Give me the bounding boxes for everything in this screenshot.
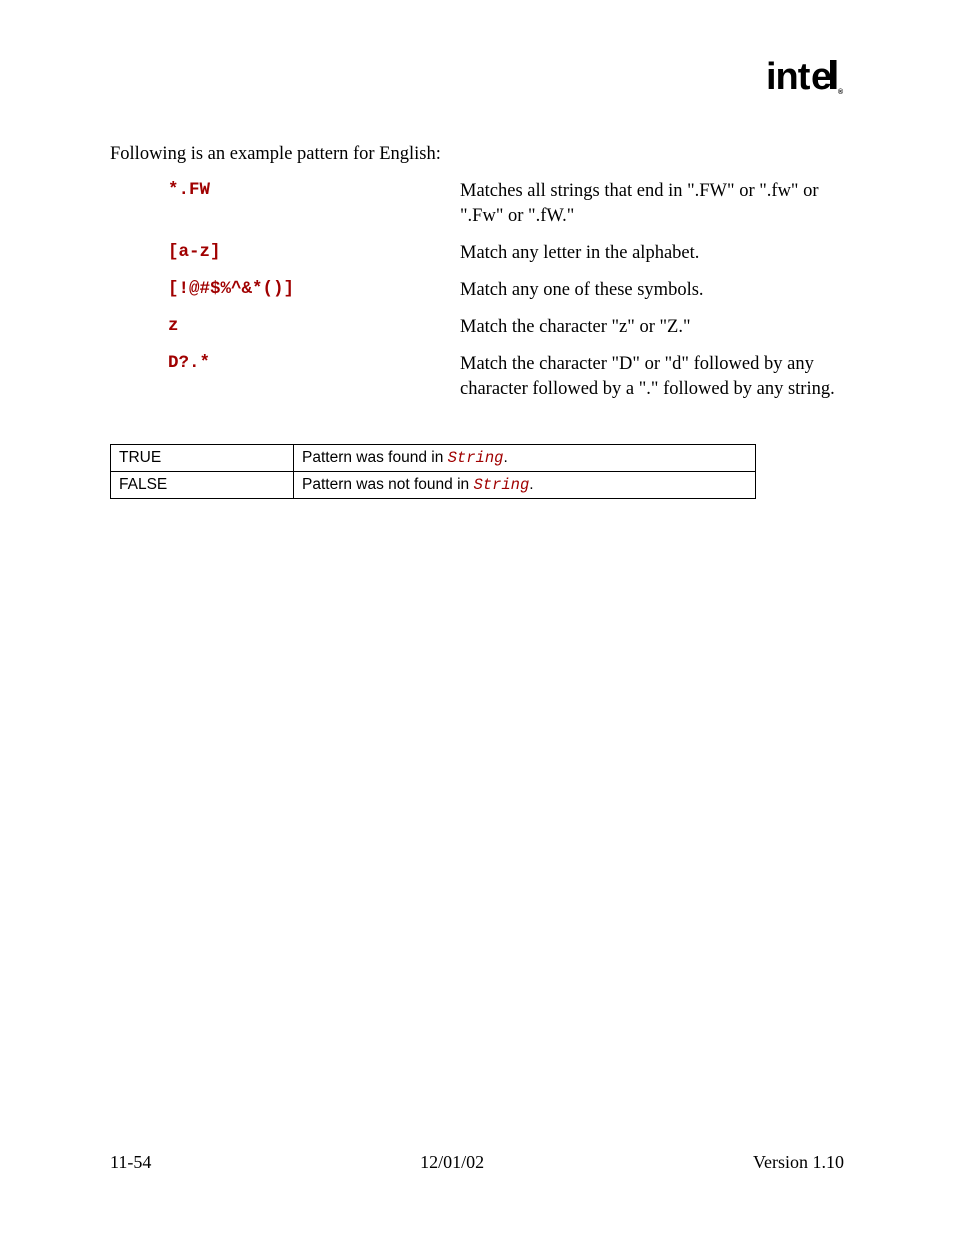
pattern-code: [a-z] [168, 241, 460, 266]
pattern-description: Match any one of these symbols. [460, 278, 844, 303]
result-description: Pattern was not found in String. [294, 471, 756, 498]
pattern-row: [!@#$%^&*()] Match any one of these symb… [168, 278, 844, 303]
result-table: TRUE Pattern was found in String. FALSE … [110, 444, 756, 499]
pattern-description: Matches all strings that end in ".FW" or… [460, 179, 844, 229]
pattern-description: Match the character "D" or "d" followed … [460, 352, 844, 402]
inline-code: String [473, 476, 529, 494]
intro-text: Following is an example pattern for Engl… [110, 144, 844, 165]
table-row: TRUE Pattern was found in String. [111, 444, 756, 471]
page-footer: 11-54 12/01/02 Version 1.10 [110, 1152, 844, 1173]
footer-left: 11-54 [110, 1152, 151, 1173]
inline-code: String [448, 449, 504, 467]
footer-right: Version 1.10 [753, 1152, 844, 1173]
page-content: Following is an example pattern for Engl… [110, 60, 844, 499]
intel-logo: int e ® [766, 58, 846, 108]
desc-prefix: Pattern was found in [302, 449, 448, 466]
result-description: Pattern was found in String. [294, 444, 756, 471]
pattern-row: [a-z] Match any letter in the alphabet. [168, 241, 844, 266]
table-row: FALSE Pattern was not found in String. [111, 471, 756, 498]
result-label: FALSE [111, 471, 294, 498]
desc-suffix: . [503, 449, 507, 466]
footer-center: 12/01/02 [420, 1152, 484, 1173]
pattern-code: z [168, 315, 460, 340]
desc-prefix: Pattern was not found in [302, 476, 473, 493]
svg-text:int: int [766, 58, 811, 98]
pattern-row: D?.* Match the character "D" or "d" foll… [168, 352, 844, 402]
pattern-row: z Match the character "z" or "Z." [168, 315, 844, 340]
pattern-code: *.FW [168, 179, 460, 229]
pattern-code: [!@#$%^&*()] [168, 278, 460, 303]
svg-text:e: e [811, 58, 831, 98]
result-label: TRUE [111, 444, 294, 471]
desc-suffix: . [529, 476, 533, 493]
pattern-list: *.FW Matches all strings that end in ".F… [110, 179, 844, 402]
svg-text:®: ® [838, 88, 844, 96]
pattern-description: Match any letter in the alphabet. [460, 241, 844, 266]
pattern-row: *.FW Matches all strings that end in ".F… [168, 179, 844, 229]
pattern-code: D?.* [168, 352, 460, 402]
pattern-description: Match the character "z" or "Z." [460, 315, 844, 340]
